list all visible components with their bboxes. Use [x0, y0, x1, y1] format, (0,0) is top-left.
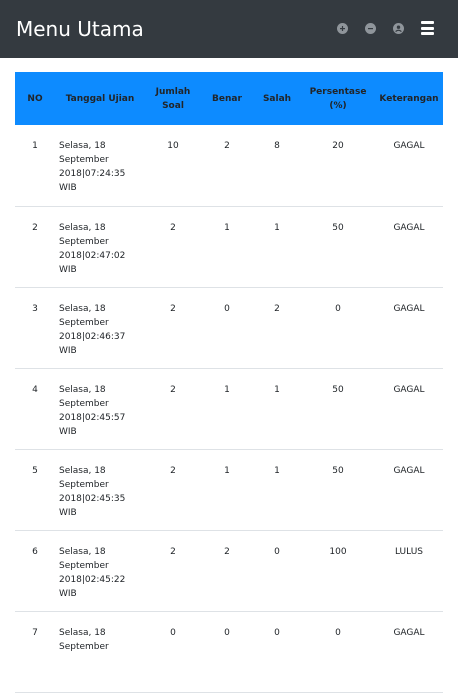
cell-wrong: 1 — [253, 206, 301, 288]
header-wrong: Salah — [262, 93, 292, 104]
header-percent: Persentase (%) — [309, 86, 367, 111]
cell-correct: 1 — [201, 449, 253, 531]
table-row: 1 Selasa, 18 September 2018|07:24:35 WIB… — [15, 125, 443, 207]
cell-percent: 0 — [301, 287, 375, 369]
cell-no: 2 — [15, 206, 55, 288]
table-header-row: NO Tanggal Ujian Jumlah Soal Benar Salah… — [15, 72, 443, 125]
header-correct: Benar — [212, 93, 242, 104]
minus-circle-icon[interactable] — [365, 23, 376, 34]
cell-correct: 1 — [201, 368, 253, 450]
cell-date: Selasa, 18 September 2018|07:24:35 WIB — [55, 125, 145, 207]
cell-status: GAGAL — [375, 287, 443, 369]
cell-total: 2 — [145, 206, 201, 288]
app-brand[interactable]: Menu Utama — [16, 15, 144, 43]
table-row: 4 Selasa, 18 September 2018|02:45:57 WIB… — [15, 368, 443, 450]
cell-status: LULUS — [375, 530, 443, 612]
cell-status: GAGAL — [375, 611, 443, 693]
header-date: Tanggal Ujian — [65, 93, 135, 104]
cell-total: 2 — [145, 368, 201, 450]
cell-status: GAGAL — [375, 125, 443, 207]
cell-date: Selasa, 18 September — [55, 611, 145, 693]
header-no: NO — [27, 93, 43, 104]
table-row: 7 Selasa, 18 September 0 0 0 0 GAGAL — [15, 611, 443, 693]
hamburger-menu-icon[interactable] — [421, 21, 434, 35]
cell-total: 2 — [145, 449, 201, 531]
cell-date: Selasa, 18 September 2018|02:45:57 WIB — [55, 368, 145, 450]
cell-date: Selasa, 18 September 2018|02:45:22 WIB — [55, 530, 145, 612]
cell-correct: 2 — [201, 125, 253, 207]
cell-correct: 0 — [201, 287, 253, 369]
header-status: Keterangan — [379, 93, 439, 104]
table-row: 6 Selasa, 18 September 2018|02:45:22 WIB… — [15, 530, 443, 612]
cell-wrong: 1 — [253, 368, 301, 450]
cell-no: 4 — [15, 368, 55, 450]
plus-circle-icon[interactable] — [337, 23, 348, 34]
cell-no: 7 — [15, 611, 55, 693]
cell-status: GAGAL — [375, 368, 443, 450]
cell-date: Selasa, 18 September 2018|02:45:35 WIB — [55, 449, 145, 531]
cell-no: 5 — [15, 449, 55, 531]
cell-wrong: 8 — [253, 125, 301, 207]
header-total: Jumlah Soal — [155, 86, 191, 111]
cell-no: 6 — [15, 530, 55, 612]
user-circle-icon[interactable] — [393, 23, 404, 34]
table-row: 3 Selasa, 18 September 2018|02:46:37 WIB… — [15, 287, 443, 369]
cell-percent: 100 — [301, 530, 375, 612]
cell-date: Selasa, 18 September 2018|02:46:37 WIB — [55, 287, 145, 369]
cell-percent: 50 — [301, 368, 375, 450]
cell-total: 0 — [145, 611, 201, 693]
cell-percent: 50 — [301, 449, 375, 531]
cell-percent: 20 — [301, 125, 375, 207]
cell-wrong: 0 — [253, 611, 301, 693]
cell-correct: 1 — [201, 206, 253, 288]
cell-correct: 2 — [201, 530, 253, 612]
cell-percent: 50 — [301, 206, 375, 288]
exam-history-table-wrapper: NO Tanggal Ujian Jumlah Soal Benar Salah… — [15, 72, 443, 693]
table-row: 2 Selasa, 18 September 2018|02:47:02 WIB… — [15, 206, 443, 288]
cell-total: 2 — [145, 287, 201, 369]
top-navbar: Menu Utama — [0, 0, 458, 58]
cell-percent: 0 — [301, 611, 375, 693]
cell-date: Selasa, 18 September 2018|02:47:02 WIB — [55, 206, 145, 288]
cell-wrong: 2 — [253, 287, 301, 369]
table-row: 5 Selasa, 18 September 2018|02:45:35 WIB… — [15, 449, 443, 531]
cell-no: 3 — [15, 287, 55, 369]
cell-correct: 0 — [201, 611, 253, 693]
cell-total: 10 — [145, 125, 201, 207]
exam-history-table: NO Tanggal Ujian Jumlah Soal Benar Salah… — [15, 72, 443, 693]
cell-total: 2 — [145, 530, 201, 612]
cell-wrong: 1 — [253, 449, 301, 531]
cell-wrong: 0 — [253, 530, 301, 612]
cell-no: 1 — [15, 125, 55, 207]
cell-status: GAGAL — [375, 449, 443, 531]
cell-status: GAGAL — [375, 206, 443, 288]
